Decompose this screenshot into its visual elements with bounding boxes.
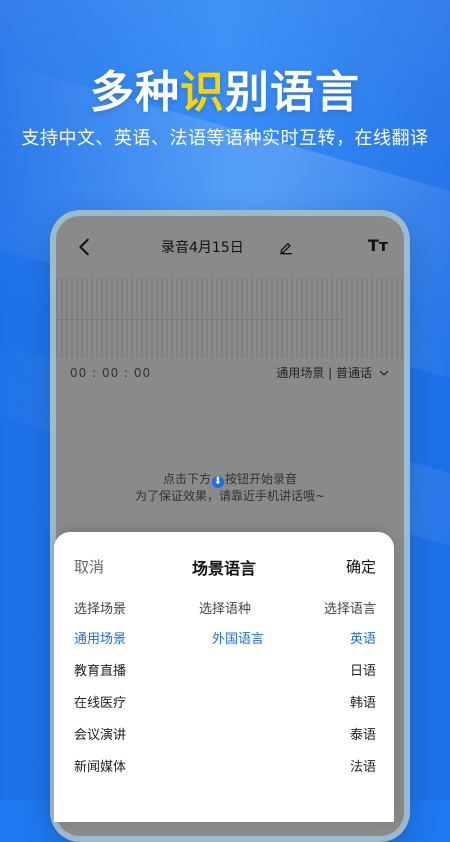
- mic-icon: ⬇: [212, 476, 224, 488]
- header-language: 选择语言: [323, 602, 376, 617]
- picker-headers: 选择场景 选择语种 选择语言: [74, 598, 376, 618]
- list-item[interactable]: 在线医疗: [74, 696, 214, 728]
- scene-language-sheet: 取消 场景语言 确定 选择场景 选择语种 选择语言 通用场景 外国语言 英语 教…: [54, 532, 394, 822]
- list-item[interactable]: 会议演讲: [74, 728, 214, 760]
- recording-hint: 点击下方 ⬇ 按钮开始录音 为了保证效果，请靠近手机讲话哦~: [56, 471, 404, 505]
- hero-title-highlight: 识: [180, 67, 225, 118]
- list-item[interactable]: 日语: [236, 664, 376, 696]
- hint-line-1-after: 按钮开始录音: [225, 472, 298, 486]
- picker-selected-row: 通用场景 外国语言 英语: [74, 628, 376, 648]
- hint-line-2: 为了保证效果，请靠近手机讲话哦~: [134, 489, 326, 503]
- hero-title-part1: 多种: [90, 67, 180, 118]
- scene-language-dropdown[interactable]: 通用场景 | 普通话: [276, 364, 390, 381]
- hero-title: 多种识别语言: [0, 56, 450, 120]
- back-button[interactable]: [74, 236, 96, 258]
- hint-line-1: 点击下方 ⬇ 按钮开始录音: [56, 471, 404, 488]
- selected-language-type[interactable]: 外国语言: [212, 628, 264, 648]
- hero-subtitle: 支持中文、英语、法语等语种实时互转，在线翻译: [21, 128, 429, 149]
- back-arrow-icon: [79, 238, 89, 256]
- header-scene: 选择场景: [74, 602, 127, 617]
- sheet-title: 场景语言: [191, 559, 256, 578]
- recording-time: 00 : 00 : 00: [70, 366, 152, 380]
- font-size-button[interactable]: Tт: [368, 236, 388, 255]
- scene-language-label: 通用场景 | 普通话: [276, 366, 372, 380]
- list-item[interactable]: 法语: [236, 760, 376, 792]
- scene-list: 教育直播 在线医疗 会议演讲 新闻媒体: [74, 664, 214, 792]
- confirm-button[interactable]: 确定: [346, 556, 376, 577]
- hero-title-part2: 别语言: [225, 67, 360, 118]
- selected-scene[interactable]: 通用场景: [74, 628, 126, 648]
- waveform: [56, 278, 404, 358]
- recording-title: 录音4月15日: [161, 240, 244, 256]
- edit-pencil-icon: [280, 243, 292, 255]
- hint-line-1-before: 点击下方: [162, 472, 211, 486]
- list-item[interactable]: 韩语: [236, 696, 376, 728]
- font-size-icon: Tт: [367, 236, 388, 255]
- list-item[interactable]: 泰语: [236, 728, 376, 760]
- list-item[interactable]: 新闻媒体: [74, 760, 214, 792]
- waveform-baseline: [56, 319, 341, 320]
- recording-topbar: 录音4月15日 Tт: [56, 230, 404, 264]
- sheet-header: 取消 场景语言 确定: [54, 532, 394, 596]
- chevron-down-icon: [378, 367, 390, 379]
- edit-title-button[interactable]: [278, 239, 294, 255]
- selected-language[interactable]: 英语: [350, 628, 376, 648]
- header-language-type: 选择语种: [198, 602, 251, 617]
- language-list: 日语 韩语 泰语 法语: [236, 664, 376, 792]
- list-item[interactable]: 教育直播: [74, 664, 214, 696]
